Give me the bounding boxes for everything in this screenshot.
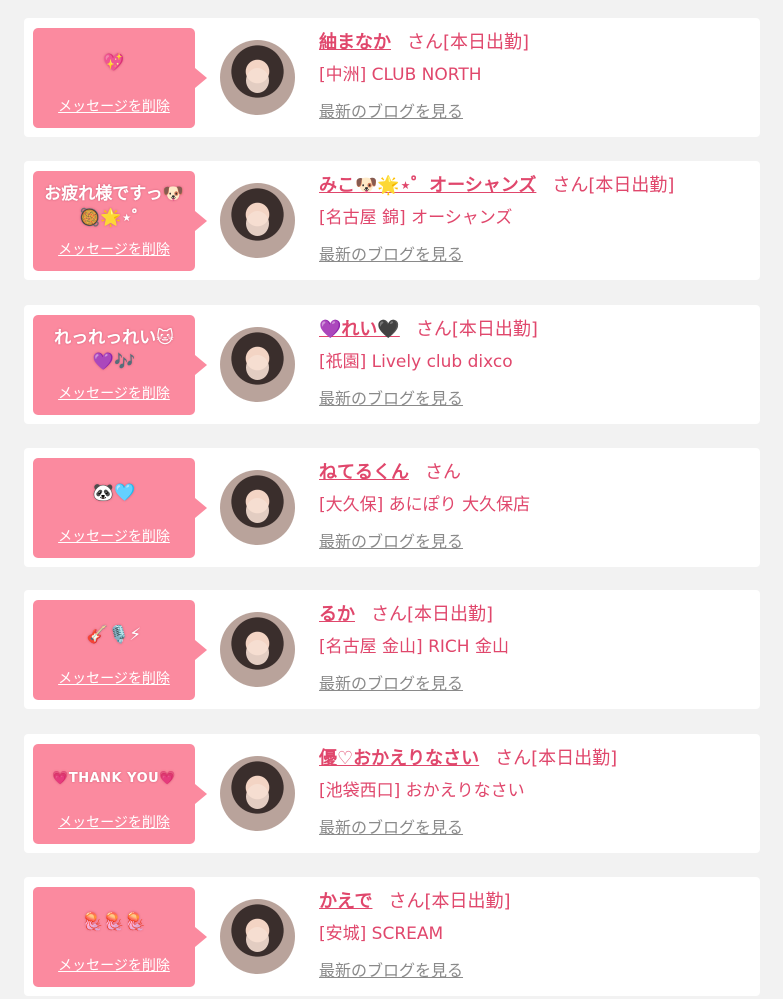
message-card-list: 💖 メッセージを削除 紬まなか さん[本日出勤] [中洲] CLUB NORTH … — [0, 0, 783, 999]
delete-message-link[interactable]: メッセージを削除 — [37, 955, 191, 975]
profile-info: 💜れい🖤 さん[本日出勤] [祇園] Lively club dixco 最新のブ… — [319, 317, 749, 409]
cast-name-link[interactable]: 紬まなか — [319, 32, 391, 53]
message-text: れっれっれい🐱 💜🎶 — [54, 328, 174, 372]
message-bubble: 🎸🎙️⚡ メッセージを削除 — [33, 600, 207, 700]
message-text: 🎸🎙️⚡ — [86, 625, 142, 645]
honorific-status: さん[本日出勤] — [407, 32, 530, 53]
cast-name-link[interactable]: ねてるくん — [319, 462, 409, 483]
message-bubble: 💖 メッセージを削除 — [33, 28, 207, 128]
honorific-status: さん[本日出勤] — [371, 604, 494, 625]
cast-name-link[interactable]: 💜れい🖤 — [319, 319, 400, 340]
name-row: 優♡おかえりなさい さん[本日出勤] — [319, 746, 749, 772]
name-row: みこ🐶🌟⋆゜オーシャンズ さん[本日出勤] — [319, 173, 749, 199]
delete-message-link[interactable]: メッセージを削除 — [37, 383, 191, 403]
latest-blog-link[interactable]: 最新のブログを見る — [319, 528, 463, 552]
message-card: お疲れ様ですっ🐶 🥘🌟⋆゜ メッセージを削除 みこ🐶🌟⋆゜オーシャンズ さん[本日… — [24, 161, 760, 280]
avatar[interactable] — [220, 40, 295, 115]
profile-info: 紬まなか さん[本日出勤] [中洲] CLUB NORTH 最新のブログを見る — [319, 30, 749, 122]
delete-message-link[interactable]: メッセージを削除 — [37, 96, 191, 116]
name-row: 紬まなか さん[本日出勤] — [319, 30, 749, 56]
message-text: お疲れ様ですっ🐶 🥘🌟⋆゜ — [44, 184, 184, 228]
latest-blog-link[interactable]: 最新のブログを見る — [319, 241, 463, 265]
message-text: 💖 — [103, 53, 125, 73]
message-bubble: れっれっれい🐱 💜🎶 メッセージを削除 — [33, 315, 207, 415]
shop-name: [祇園] Lively club dixco — [319, 352, 513, 372]
profile-info: みこ🐶🌟⋆゜オーシャンズ さん[本日出勤] [名古屋 錦] オーシャンズ 最新のブ… — [319, 173, 749, 265]
name-row: 💜れい🖤 さん[本日出勤] — [319, 317, 749, 343]
latest-blog-link[interactable]: 最新のブログを見る — [319, 957, 463, 981]
shop-name: [池袋西口] おかえりなさい — [319, 781, 525, 801]
honorific-status: さん — [425, 462, 461, 483]
message-text: 🪼🪼🪼 — [82, 912, 146, 932]
cast-name-link[interactable]: 優♡おかえりなさい — [319, 748, 479, 769]
profile-info: 優♡おかえりなさい さん[本日出勤] [池袋西口] おかえりなさい 最新のブログを… — [319, 746, 749, 838]
profile-info: るか さん[本日出勤] [名古屋 金山] RICH 金山 最新のブログを見る — [319, 602, 749, 694]
message-text: 🐼🩵 — [92, 483, 136, 503]
shop-name: [名古屋 錦] オーシャンズ — [319, 208, 513, 228]
message-card: 💖 メッセージを削除 紬まなか さん[本日出勤] [中洲] CLUB NORTH … — [24, 18, 760, 137]
latest-blog-link[interactable]: 最新のブログを見る — [319, 98, 463, 122]
delete-message-link[interactable]: メッセージを削除 — [37, 668, 191, 688]
name-row: ねてるくん さん — [319, 460, 749, 486]
honorific-status: さん[本日出勤] — [495, 748, 618, 769]
avatar[interactable] — [220, 183, 295, 258]
profile-info: かえで さん[本日出勤] [安城] SCREAM 最新のブログを見る — [319, 889, 749, 981]
avatar[interactable] — [220, 327, 295, 402]
message-text: 💗THANK YOU💗 — [52, 771, 176, 786]
message-bubble: 🐼🩵 メッセージを削除 — [33, 458, 207, 558]
message-card: 🎸🎙️⚡ メッセージを削除 るか さん[本日出勤] [名古屋 金山] RICH 金… — [24, 590, 760, 709]
delete-message-link[interactable]: メッセージを削除 — [37, 526, 191, 546]
message-bubble: お疲れ様ですっ🐶 🥘🌟⋆゜ メッセージを削除 — [33, 171, 207, 271]
profile-info: ねてるくん さん [大久保] あにぽり 大久保店 最新のブログを見る — [319, 460, 749, 552]
message-bubble: 💗THANK YOU💗 メッセージを削除 — [33, 744, 207, 844]
name-row: かえで さん[本日出勤] — [319, 889, 749, 915]
message-card: 💗THANK YOU💗 メッセージを削除 優♡おかえりなさい さん[本日出勤] [… — [24, 734, 760, 853]
honorific-status: さん[本日出勤] — [388, 891, 511, 912]
cast-name-link[interactable]: かえで — [319, 891, 372, 912]
name-row: るか さん[本日出勤] — [319, 602, 749, 628]
avatar[interactable] — [220, 470, 295, 545]
honorific-status: さん[本日出勤] — [415, 319, 538, 340]
shop-name: [大久保] あにぽり 大久保店 — [319, 495, 531, 515]
avatar[interactable] — [220, 899, 295, 974]
latest-blog-link[interactable]: 最新のブログを見る — [319, 385, 463, 409]
shop-name: [中洲] CLUB NORTH — [319, 65, 482, 85]
delete-message-link[interactable]: メッセージを削除 — [37, 239, 191, 259]
cast-name-link[interactable]: みこ🐶🌟⋆゜オーシャンズ — [319, 175, 536, 196]
shop-name: [名古屋 金山] RICH 金山 — [319, 637, 509, 657]
cast-name-link[interactable]: るか — [319, 604, 355, 625]
avatar[interactable] — [220, 756, 295, 831]
message-card: 🪼🪼🪼 メッセージを削除 かえで さん[本日出勤] [安城] SCREAM 最新の… — [24, 877, 760, 996]
avatar[interactable] — [220, 612, 295, 687]
shop-name: [安城] SCREAM — [319, 924, 444, 944]
message-card: れっれっれい🐱 💜🎶 メッセージを削除 💜れい🖤 さん[本日出勤] [祇園] Li… — [24, 305, 760, 424]
delete-message-link[interactable]: メッセージを削除 — [37, 812, 191, 832]
message-card: 🐼🩵 メッセージを削除 ねてるくん さん [大久保] あにぽり 大久保店 最新のブ… — [24, 448, 760, 567]
message-bubble: 🪼🪼🪼 メッセージを削除 — [33, 887, 207, 987]
honorific-status: さん[本日出勤] — [552, 175, 675, 196]
latest-blog-link[interactable]: 最新のブログを見る — [319, 670, 463, 694]
latest-blog-link[interactable]: 最新のブログを見る — [319, 814, 463, 838]
